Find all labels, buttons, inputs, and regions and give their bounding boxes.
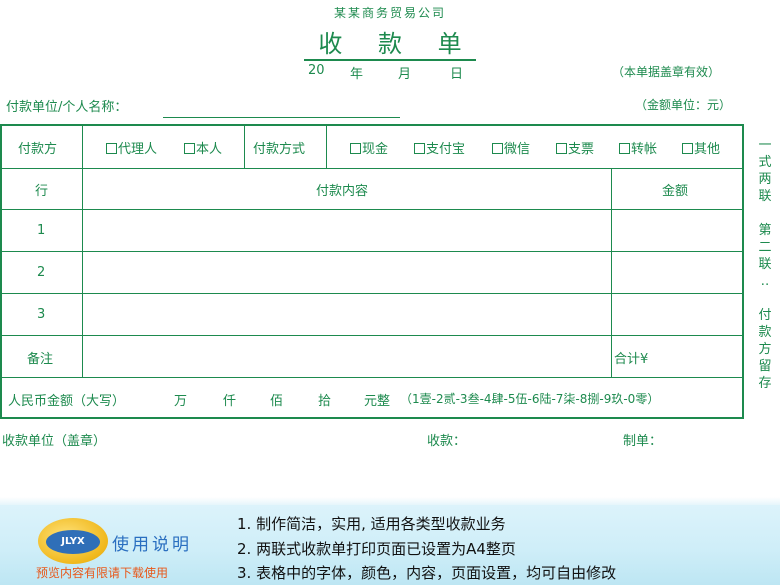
checkbox-alipay[interactable]: 支付宝	[414, 138, 465, 157]
checkbox-transfer[interactable]: 转帐	[619, 138, 657, 157]
rmb-unit: 元整	[364, 394, 391, 409]
option-label: 支票	[568, 142, 595, 157]
option-label: 现金	[362, 142, 389, 157]
rmb-amount-label: 人民币金额（大写）	[8, 394, 126, 409]
side-char: 存	[758, 376, 772, 391]
checkbox-icon	[492, 143, 503, 154]
date-year-prefix: 20	[308, 63, 325, 78]
option-label: 其他	[694, 142, 721, 157]
checkbox-icon	[556, 143, 567, 154]
row-number: 2	[37, 265, 46, 280]
company-logo: JLYX	[38, 518, 108, 564]
row-divider	[2, 293, 742, 294]
checkbox-icon	[184, 143, 195, 154]
checkbox-agent[interactable]: 代理人	[106, 138, 157, 157]
checkbox-wechat[interactable]: 微信	[492, 138, 530, 157]
option-label: 代理人	[118, 142, 158, 157]
col-header-row: 行	[35, 184, 49, 199]
col-divider	[82, 126, 83, 168]
logo-text: JLYX	[46, 530, 100, 554]
checkbox-icon	[414, 143, 425, 154]
validity-note: （本单据盖章有效）	[612, 65, 721, 79]
side-char	[757, 205, 773, 222]
usage-tip: 2. 两联式收款单打印页面已设置为A4整页	[237, 540, 516, 558]
option-label: 本人	[196, 142, 223, 157]
col-divider	[611, 168, 612, 377]
option-label: 支付宝	[426, 142, 466, 157]
side-char	[757, 290, 773, 307]
title-text: 收 款 单	[304, 30, 476, 61]
row-number: 1	[37, 223, 46, 238]
usage-tip: 3. 表格中的字体，颜色，内容，页面设置，均可自由修改	[237, 564, 617, 582]
payment-method-label: 付款方式	[253, 142, 306, 157]
payer-type-label: 付款方	[18, 142, 58, 157]
receiver-label: 收款：	[427, 434, 467, 449]
amount-unit-note: （金额单位：元）	[635, 98, 732, 112]
maker-label: 制单：	[623, 434, 663, 449]
checkbox-icon	[106, 143, 117, 154]
rmb-unit: 拾	[318, 394, 332, 409]
date-month: 月	[398, 67, 412, 82]
side-char: 联	[758, 189, 772, 204]
col-divider	[82, 168, 83, 377]
side-char: 两	[758, 172, 772, 187]
date-year: 年	[350, 67, 364, 82]
row-divider	[2, 251, 742, 252]
row-divider	[2, 168, 742, 169]
usage-title: 使用说明	[112, 535, 192, 555]
row-divider	[2, 209, 742, 210]
receiver-unit-label: 收款单位（盖章）	[2, 434, 107, 449]
side-char: 二	[758, 240, 772, 255]
checkbox-icon	[619, 143, 630, 154]
checkbox-cash[interactable]: 现金	[350, 138, 388, 157]
side-char: 第	[758, 223, 772, 238]
checkbox-other[interactable]: 其他	[682, 138, 720, 157]
side-char: 一	[758, 138, 772, 153]
checkbox-icon	[682, 143, 693, 154]
option-label: 微信	[504, 142, 531, 157]
side-char: 付	[758, 308, 772, 323]
rmb-unit: 仟	[223, 394, 237, 409]
col-header-amount: 金额	[662, 184, 689, 199]
document-title: 收 款 单	[0, 24, 780, 61]
remarks-label: 备注	[27, 352, 54, 367]
company-name: 某某商务贸易公司	[333, 6, 446, 20]
side-char: ‥	[760, 274, 770, 289]
col-divider	[244, 126, 245, 168]
date-day: 日	[450, 67, 464, 82]
side-char: 留	[758, 359, 772, 374]
side-char: 联	[758, 257, 772, 272]
col-header-content: 付款内容	[316, 184, 369, 199]
rmb-unit: 佰	[270, 394, 284, 409]
digits-reference: （1壹-2贰-3叁-4肆-5伍-6陆-7柒-8捌-9玖-0零）	[400, 392, 660, 406]
checkbox-icon	[350, 143, 361, 154]
option-label: 转帐	[631, 142, 658, 157]
row-divider	[2, 335, 742, 336]
rmb-unit: 万	[174, 394, 188, 409]
checkbox-self[interactable]: 本人	[184, 138, 222, 157]
side-note: 一 式 两 联 第 二 联 ‥ 付 款 方 留 存	[757, 137, 773, 392]
receipt-table: 付款方 代理人 本人 付款方式 现金 支付宝 微信 支票 转帐 其他 行 付款内…	[0, 124, 744, 419]
side-char: 方	[758, 342, 772, 357]
preview-warning: 预览内容有限请下载使用	[36, 566, 169, 580]
side-char: 式	[758, 155, 772, 170]
payer-name-label: 付款单位/个人名称：	[6, 100, 128, 115]
payer-name-field[interactable]	[163, 117, 400, 118]
row-divider	[2, 377, 742, 378]
col-divider	[326, 126, 327, 168]
checkbox-check[interactable]: 支票	[556, 138, 594, 157]
total-label: 合计¥	[614, 352, 649, 367]
usage-tip: 1. 制作简洁，实用, 适用各类型收款业务	[237, 515, 506, 533]
side-char: 款	[758, 325, 772, 340]
row-number: 3	[37, 307, 46, 322]
